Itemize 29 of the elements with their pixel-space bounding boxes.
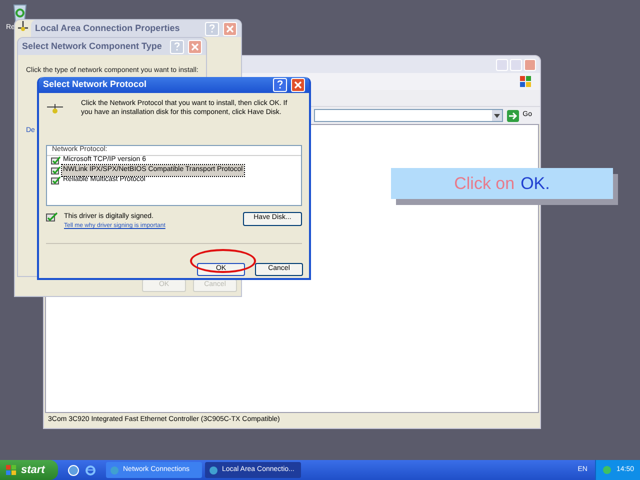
windows-logo-icon: [6, 465, 17, 475]
address-field[interactable]: [314, 109, 503, 122]
recycle-bin-icon[interactable]: [12, 2, 28, 22]
callout-text: Click on: [454, 172, 515, 195]
help-button[interactable]: [273, 78, 287, 92]
start-button[interactable]: start: [0, 460, 58, 480]
desktop-icon[interactable]: [68, 464, 79, 476]
close-button[interactable]: [188, 40, 202, 54]
windows-logo-icon: [520, 76, 532, 87]
close-button[interactable]: [524, 58, 536, 70]
help-icon: [174, 42, 180, 51]
help-icon: [209, 24, 215, 33]
close-button[interactable]: [291, 78, 305, 92]
close-icon: [226, 24, 234, 32]
callout-text: OK.: [520, 172, 550, 195]
window-title: Local Area Connection Properties: [35, 22, 181, 35]
signed-driver-icon: [46, 212, 58, 222]
help-icon: [277, 80, 283, 90]
close-icon: [294, 80, 302, 89]
close-icon: [191, 42, 199, 50]
window-title: Select Network Component Type: [22, 40, 163, 53]
network-protocol-icon: [47, 102, 63, 115]
close-button[interactable]: [223, 22, 237, 36]
protocol-icon: [51, 156, 61, 166]
protocol-icon: [51, 166, 61, 176]
protocol-icon: [51, 176, 61, 186]
go-arrow-icon[interactable]: [506, 110, 519, 122]
browser-icon[interactable]: [85, 464, 96, 476]
dialog-title: Select Network Protocol: [43, 78, 148, 92]
